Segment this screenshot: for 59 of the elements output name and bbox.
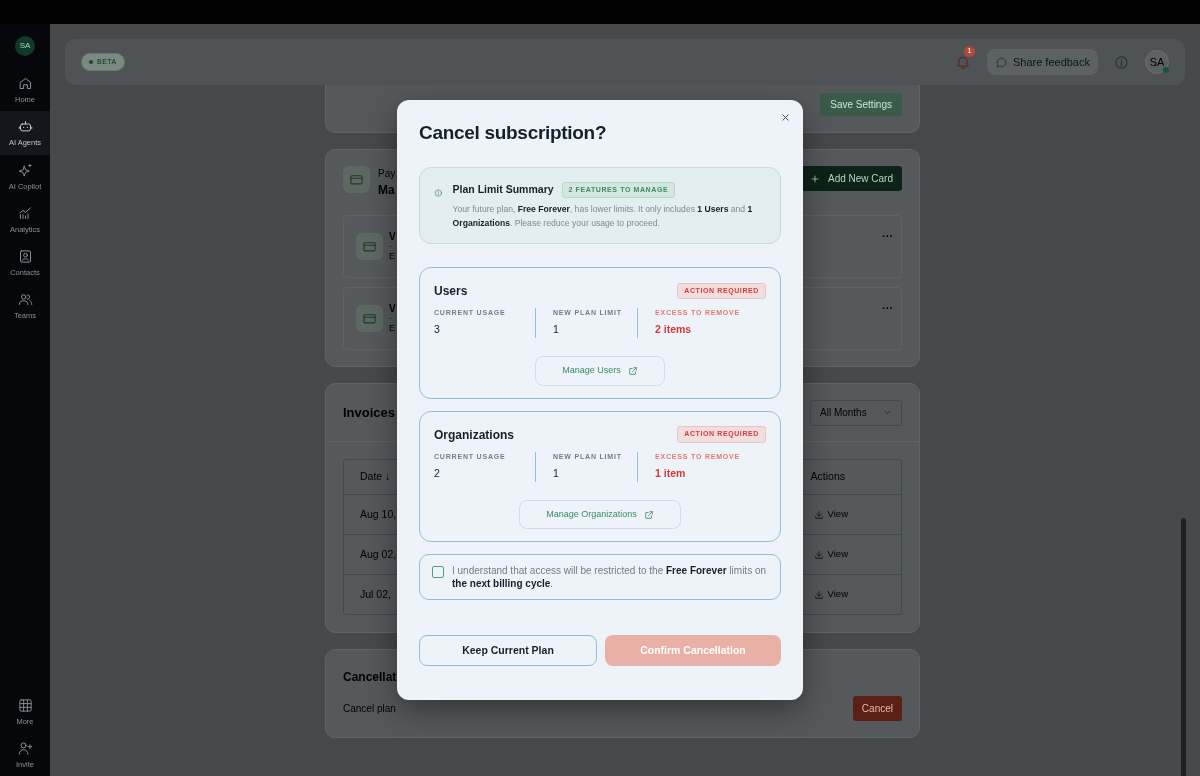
dialog-title: Cancel subscription? bbox=[419, 122, 608, 145]
card-expiry: E bbox=[389, 324, 396, 334]
scrollbar-thumb[interactable] bbox=[1181, 518, 1186, 776]
grid-icon bbox=[17, 697, 33, 713]
sparkle-icon bbox=[17, 162, 33, 178]
section-subtitle: Cancel plan bbox=[343, 702, 396, 716]
external-link-icon bbox=[627, 365, 638, 376]
stat-value: 2 items bbox=[655, 322, 693, 338]
stat-value: 1 bbox=[553, 322, 560, 338]
team-icon bbox=[17, 292, 33, 308]
close-icon[interactable] bbox=[780, 112, 791, 123]
download-icon bbox=[813, 549, 824, 560]
add-user-icon bbox=[17, 740, 33, 756]
card-name: V bbox=[389, 303, 396, 315]
date-cell-text: Aug 10, bbox=[360, 506, 397, 522]
chart-icon bbox=[17, 205, 33, 221]
chat-icon bbox=[994, 55, 1008, 69]
save-button[interactable]: Save Settings bbox=[820, 93, 902, 116]
card-icon bbox=[362, 239, 377, 254]
stat-value: 1 bbox=[553, 466, 560, 482]
date-cell-text: Jul 02, bbox=[360, 586, 391, 602]
card-number: · bbox=[389, 314, 393, 324]
keep-plan-button[interactable]: Keep Current Plan bbox=[419, 635, 597, 667]
section-title: Ma bbox=[378, 182, 396, 199]
section-title: Cancellat bbox=[343, 669, 398, 686]
home-icon bbox=[17, 76, 33, 91]
chevron-down-icon bbox=[883, 408, 892, 417]
column-header: Actions bbox=[810, 469, 845, 485]
card-number: · bbox=[389, 242, 393, 252]
card-icon bbox=[349, 172, 364, 187]
stat-value: 2 bbox=[434, 466, 441, 482]
avatar[interactable]: SA bbox=[15, 36, 35, 56]
acknowledge-text: I understand that access will be restricted to the Free Forever limits on the next billing cycle. bbox=[452, 564, 768, 591]
add-card-button[interactable]: Add New Card bbox=[800, 166, 902, 191]
download-icon bbox=[813, 509, 824, 520]
user-avatar[interactable]: SA bbox=[1145, 50, 1169, 74]
summary-title: Plan Limit Summary bbox=[452, 182, 554, 198]
stat-value: 1 item bbox=[655, 466, 687, 482]
section-title: Invoices bbox=[343, 403, 396, 422]
robot-icon bbox=[17, 119, 33, 135]
stat-value: 3 bbox=[434, 322, 441, 338]
eyebrow-text: Pay bbox=[378, 167, 396, 181]
card-expiry: E bbox=[389, 252, 396, 262]
info-icon[interactable] bbox=[1114, 54, 1129, 70]
feature-title: Organizations bbox=[434, 426, 514, 444]
date-cell-text: Aug 02, bbox=[360, 546, 397, 562]
manage-button[interactable]: Manage Users bbox=[535, 356, 665, 386]
cancel-button[interactable]: Cancel bbox=[852, 696, 902, 721]
feature-title: Users bbox=[434, 282, 468, 300]
contact-icon bbox=[17, 249, 33, 264]
checkbox[interactable] bbox=[432, 566, 444, 579]
summary-text: Your future plan, Free Forever, has lower limits. It only includes 1 Users and 1 Organizations. Please reduce your usage to proceed. bbox=[452, 203, 754, 230]
bell-icon bbox=[954, 54, 971, 70]
download-icon bbox=[813, 589, 824, 600]
manage-button[interactable]: Manage Organizations bbox=[519, 499, 681, 530]
card-icon bbox=[362, 311, 377, 326]
external-link-icon bbox=[643, 509, 654, 520]
card-name: V bbox=[389, 231, 396, 243]
plus-icon bbox=[809, 173, 820, 184]
